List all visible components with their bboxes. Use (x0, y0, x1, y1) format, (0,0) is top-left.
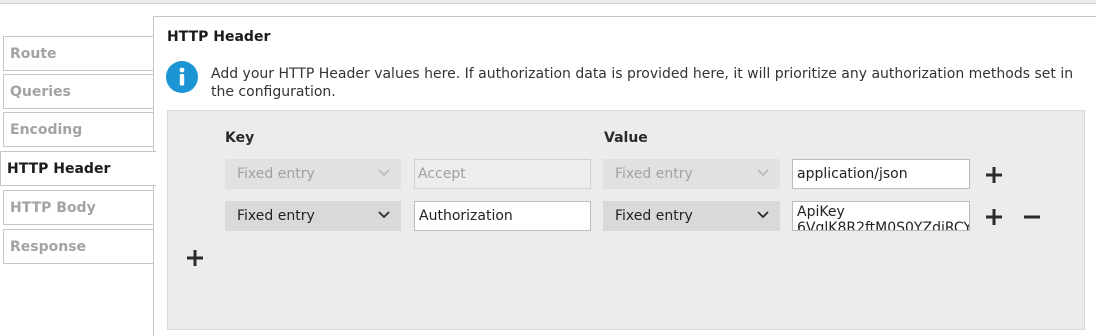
minus-icon[interactable] (1022, 207, 1042, 227)
key-input[interactable]: Authorization (414, 201, 591, 231)
tab-http-body[interactable]: HTTP Body (3, 190, 153, 225)
field-value: Authorization (419, 208, 513, 224)
chevron-down-icon (378, 169, 390, 177)
value-input[interactable]: application/json (792, 159, 970, 189)
key-type-select[interactable]: Fixed entry (225, 201, 401, 231)
tab-response[interactable]: Response (3, 229, 153, 264)
tab-label: HTTP Body (10, 199, 96, 216)
value-type-select: Fixed entry (603, 159, 780, 189)
field-value: application/json (797, 166, 908, 182)
plus-icon[interactable] (984, 207, 1004, 227)
tab-label: Queries (10, 83, 71, 100)
select-value: Fixed entry (615, 208, 693, 224)
tab-http-header[interactable]: HTTP Header (0, 151, 156, 186)
plus-icon[interactable] (984, 165, 1004, 185)
select-value: Fixed entry (615, 166, 693, 182)
panel-title: HTTP Header (167, 29, 271, 45)
info-icon (166, 61, 198, 93)
key-type-select: Fixed entry (225, 159, 401, 189)
info-message: Add your HTTP Header values here. If aut… (211, 66, 1074, 100)
tab-label: Encoding (10, 121, 83, 138)
tab-label: Response (10, 238, 87, 255)
select-value: Fixed entry (237, 166, 315, 182)
chevron-down-icon (757, 211, 769, 219)
value-type-select[interactable]: Fixed entry (603, 201, 780, 231)
value-line: ApiKey (797, 204, 845, 220)
tab-label: Route (10, 45, 57, 62)
tab-encoding[interactable]: Encoding (3, 112, 153, 147)
select-value: Fixed entry (237, 208, 315, 224)
window-top-border (0, 0, 1096, 4)
field-value: Accept (418, 166, 466, 182)
key-input: Accept (414, 159, 591, 189)
tab-queries[interactable]: Queries (3, 74, 153, 109)
key-column-header: Key (225, 130, 255, 146)
value-column-header: Value (604, 130, 648, 146)
tab-label: HTTP Header (7, 160, 111, 177)
tab-route[interactable]: Route (3, 36, 153, 71)
value-textarea[interactable]: ApiKey 6VqlK8R2ftM0S0YZdiRCY (792, 201, 970, 231)
plus-icon[interactable] (185, 248, 205, 268)
chevron-down-icon (378, 211, 390, 219)
chevron-down-icon (757, 169, 769, 177)
value-line: 6VqlK8R2ftM0S0YZdiRCY (797, 220, 970, 231)
